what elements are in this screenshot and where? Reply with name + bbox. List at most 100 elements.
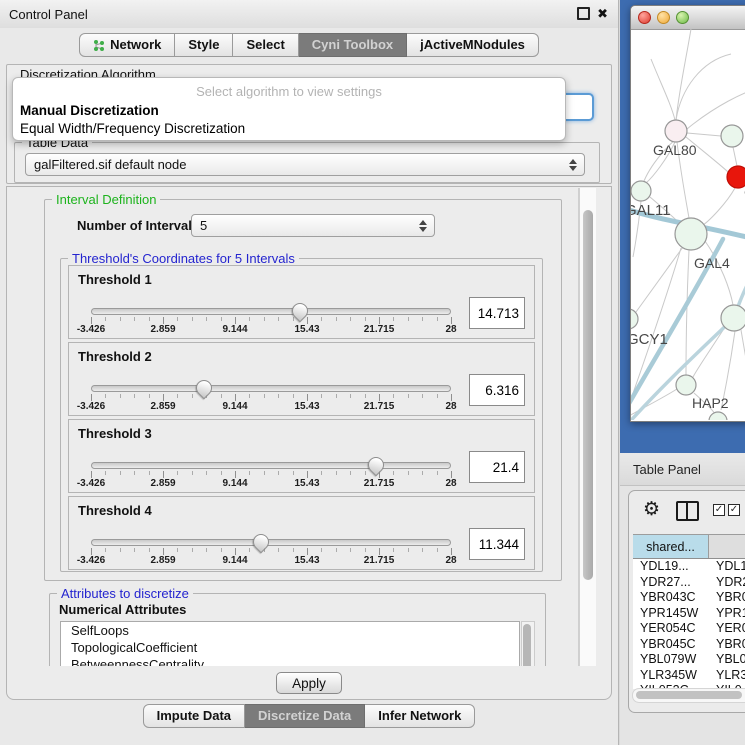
tab-impute-data[interactable]: Impute Data: [143, 704, 245, 728]
slider-tick: [177, 548, 178, 552]
table-row[interactable]: YLR345WYLR3: [633, 668, 745, 684]
table-horizontal-scrollbar[interactable]: [632, 688, 745, 703]
slider-track[interactable]: [91, 308, 451, 315]
threshold-value-field[interactable]: [469, 528, 525, 560]
bottom-tab-bar: Impute Data Discretize Data Infer Network: [0, 704, 618, 728]
slider-tick: [249, 548, 250, 552]
node-gcy1: [631, 309, 638, 329]
table-cell[interactable]: YBR0: [709, 637, 745, 653]
table-row[interactable]: YER054CYER0: [633, 621, 745, 637]
popup-option-equal-width[interactable]: Equal Width/Frequency Discretization: [20, 121, 245, 136]
table-cell[interactable]: YDL19...: [633, 559, 709, 575]
node-gal11: [631, 181, 651, 201]
apply-button[interactable]: Apply: [276, 672, 342, 694]
close-traffic-light-icon[interactable]: [638, 11, 651, 24]
select-none-checkbox-icon[interactable]: ✓: [728, 504, 740, 516]
slider-tick: [350, 394, 351, 398]
table-cell[interactable]: YER0: [709, 621, 745, 637]
slider-track[interactable]: [91, 385, 451, 392]
close-icon[interactable]: ✖: [597, 7, 608, 20]
algorithm-placeholder: Select algorithm to view settings: [13, 84, 565, 99]
table-cell[interactable]: YBL079W: [633, 652, 709, 668]
tab-label: Discretize Data: [258, 705, 351, 727]
table-row[interactable]: YDL19...YDL1: [633, 559, 745, 575]
network-canvas[interactable]: GAL80 GA C GAL11 GAL4 GCY1 H HAP2: [631, 29, 745, 420]
slider-tick: [120, 471, 121, 475]
scrollbar-thumb[interactable]: [636, 691, 742, 699]
zoom-traffic-light-icon[interactable]: [676, 11, 689, 24]
slider-tick-label: 28: [445, 324, 456, 335]
slider-tick: [192, 471, 193, 475]
node-label-gal4: GAL4: [694, 255, 730, 271]
attribute-list-item[interactable]: TopologicalCoefficient: [61, 639, 519, 656]
table-cell[interactable]: YLR345W: [633, 668, 709, 684]
tab-style[interactable]: Style: [175, 33, 233, 57]
tab-discretize-data[interactable]: Discretize Data: [245, 704, 365, 728]
table-row[interactable]: YBR043CYBR0: [633, 590, 745, 606]
settings-vertical-scrollbar[interactable]: [579, 188, 596, 666]
scrollbar-thumb[interactable]: [523, 624, 531, 666]
table-row[interactable]: YDR27...YDR2: [633, 575, 745, 591]
slider-thumb[interactable]: [192, 377, 215, 400]
threshold-slider[interactable]: -3.4262.8599.14415.4321.71528: [87, 533, 455, 567]
threshold-value-field[interactable]: [469, 451, 525, 483]
table-cell[interactable]: YER054C: [633, 621, 709, 637]
threshold-value-field[interactable]: [469, 297, 525, 329]
popup-option-manual[interactable]: Manual Discretization: [20, 103, 159, 118]
threshold-slider[interactable]: -3.4262.8599.14415.4321.71528: [87, 379, 455, 413]
table-cell[interactable]: YBR0: [709, 590, 745, 606]
table-row[interactable]: YPR145WYPR1: [633, 606, 745, 622]
network-window-titlebar[interactable]: [631, 6, 745, 30]
column-header-shared-name[interactable]: shared...: [633, 535, 709, 558]
minimize-traffic-light-icon[interactable]: [657, 11, 670, 24]
tab-cyni-toolbox[interactable]: Cyni Toolbox: [299, 33, 407, 57]
attribute-list-item[interactable]: BetweennessCentrality: [61, 656, 519, 666]
tab-infer-network[interactable]: Infer Network: [365, 704, 475, 728]
split-columns-icon[interactable]: [676, 501, 699, 521]
table-cell[interactable]: YBL0: [709, 652, 745, 668]
slider-tick: [149, 317, 150, 321]
table-row[interactable]: YBR045CYBR0: [633, 637, 745, 653]
settings-scroll-viewport: Interval Definition Number of Intervals …: [8, 188, 579, 666]
table-row[interactable]: YBL079WYBL0: [633, 652, 745, 668]
table-cell[interactable]: YDR27...: [633, 575, 709, 591]
tab-label: Impute Data: [157, 705, 231, 727]
tab-network[interactable]: Network: [79, 33, 175, 57]
slider-tick: [264, 394, 265, 398]
table-data-combobox[interactable]: galFiltered.sif default node: [25, 153, 585, 176]
attributes-scrollbar[interactable]: [521, 621, 535, 666]
slider-thumb[interactable]: [250, 531, 273, 554]
num-intervals-value: 5: [200, 218, 207, 233]
slider-tick: [206, 548, 207, 552]
threshold-value-field[interactable]: [469, 374, 525, 406]
slider-track[interactable]: [91, 462, 451, 469]
slider-tick: [393, 394, 394, 398]
table-cell[interactable]: YPR1: [709, 606, 745, 622]
table-cell[interactable]: YPR145W: [633, 606, 709, 622]
threshold-slider[interactable]: -3.4262.8599.14415.4321.71528: [87, 456, 455, 490]
slider-tick-label: 2.859: [150, 324, 175, 335]
num-intervals-combobox[interactable]: 5: [191, 214, 435, 237]
attribute-list-item[interactable]: SelfLoops: [61, 622, 519, 639]
tab-label: jActiveMNodules: [420, 34, 525, 56]
slider-tick-label: 15.43: [294, 401, 319, 412]
table-cell[interactable]: YDR2: [709, 575, 745, 591]
float-window-icon[interactable]: [577, 7, 590, 20]
select-all-checkbox-icon[interactable]: ✓: [713, 504, 725, 516]
tab-select[interactable]: Select: [233, 33, 298, 57]
table-cell[interactable]: YBR045C: [633, 637, 709, 653]
numerical-attributes-list[interactable]: SelfLoopsTopologicalCoefficientBetweenne…: [60, 621, 520, 666]
node-red-selected: [727, 166, 745, 188]
slider-track[interactable]: [91, 539, 451, 546]
threshold-slider[interactable]: -3.4262.8599.14415.4321.71528: [87, 302, 455, 336]
scrollbar-thumb[interactable]: [583, 210, 593, 580]
tab-jactivemnodules[interactable]: jActiveMNodules: [407, 33, 539, 57]
slider-thumb[interactable]: [365, 454, 388, 477]
gear-icon[interactable]: ⚙: [643, 498, 660, 520]
table-cell[interactable]: YDL1: [709, 559, 745, 575]
table-cell[interactable]: YLR3: [709, 668, 745, 684]
table-cell[interactable]: YBR043C: [633, 590, 709, 606]
column-header-name[interactable]: na: [709, 535, 745, 558]
network-view-window[interactable]: GAL80 GA C GAL11 GAL4 GCY1 H HAP2: [630, 5, 745, 422]
slider-tick: [350, 317, 351, 321]
